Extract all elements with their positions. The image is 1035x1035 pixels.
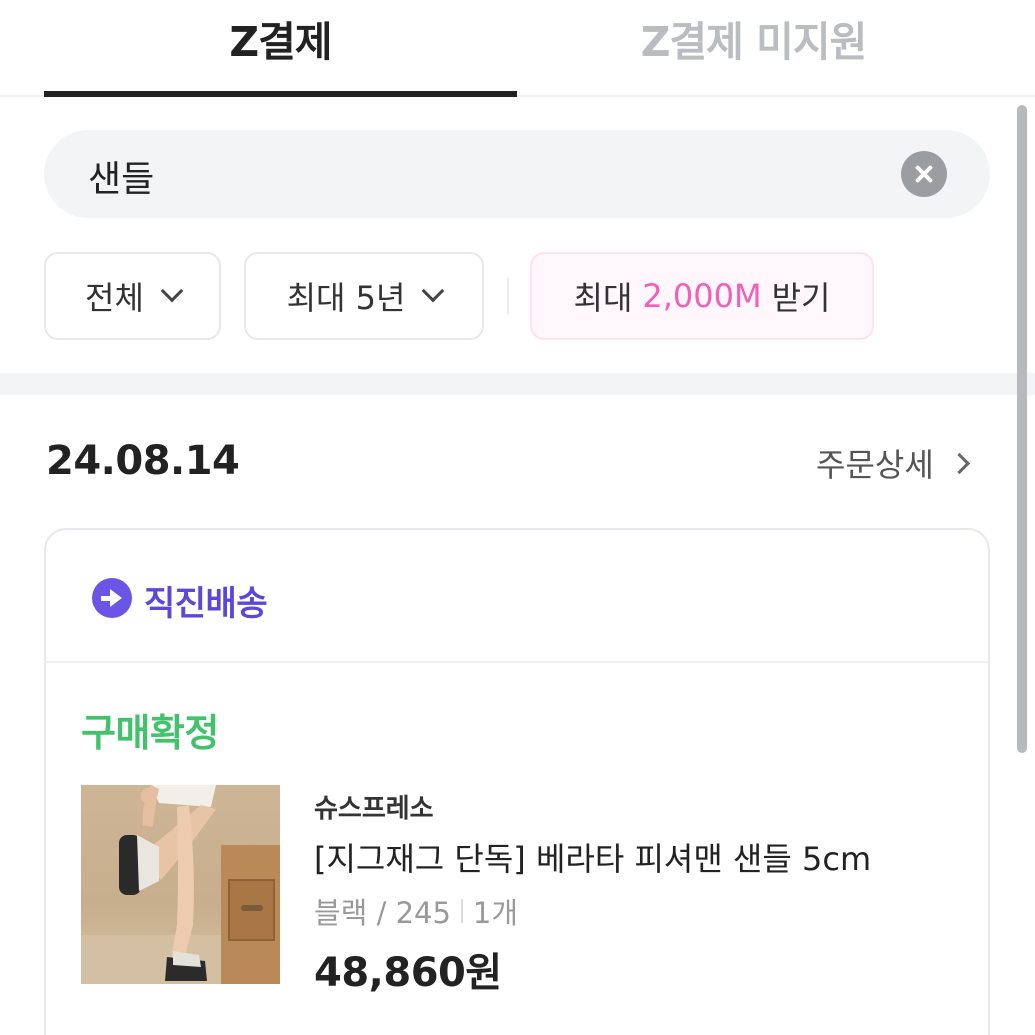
- order-status: 구매확정: [81, 711, 219, 755]
- filter-type-label: 전체: [85, 279, 144, 317]
- arrow-right-circle-icon: [92, 578, 132, 618]
- product-image[interactable]: [81, 785, 280, 984]
- tab-zpay-unsupported[interactable]: Z결제 미지원: [517, 0, 990, 97]
- filter-divider: [507, 278, 509, 314]
- promo-amount: 2,000M: [642, 277, 762, 315]
- sandal-photo-icon: [81, 785, 280, 984]
- close-icon[interactable]: [901, 151, 947, 197]
- order-detail-link[interactable]: 주문상세: [816, 440, 970, 486]
- product-quantity: 1개: [472, 896, 519, 930]
- order-detail-label: 주문상세: [816, 446, 934, 484]
- tab-zpay[interactable]: Z결제: [44, 0, 517, 97]
- filter-period-label: 최대 5년: [286, 279, 406, 317]
- product-name[interactable]: [지그재그 단독] 베라타 피셔맨 샌들 5cm: [314, 834, 871, 880]
- order-date: 24.08.14: [46, 438, 240, 484]
- search-input[interactable]: 샌들: [88, 150, 154, 202]
- promo-suffix: 받기: [771, 279, 831, 317]
- filter-period-dropdown[interactable]: 최대 5년: [244, 252, 484, 340]
- product-option: 블랙 / 245 1개: [314, 890, 518, 932]
- option-divider: [460, 899, 463, 923]
- product-brand[interactable]: 슈스프레소: [314, 788, 434, 825]
- scrollbar[interactable]: [1017, 105, 1027, 753]
- chevron-right-icon: [948, 452, 970, 474]
- delivery-type: 직진배송: [144, 584, 268, 624]
- order-card[interactable]: 직진배송 구매확정 슈스프레소 [지그재그 단독] 베라타 피셔맨 샌들 5cm…: [44, 528, 990, 1035]
- delivery-header: 직진배송: [46, 530, 988, 663]
- section-separator: [0, 373, 1035, 395]
- tab-bar: Z결제 Z결제 미지원: [0, 0, 1035, 97]
- filter-type-dropdown[interactable]: 전체: [44, 252, 221, 340]
- promo-prefix: 최대: [573, 279, 633, 317]
- promo-button[interactable]: 최대 2,000M 받기: [530, 252, 874, 340]
- active-tab-indicator: [44, 91, 517, 97]
- chevron-down-icon: [422, 279, 445, 303]
- search-bar[interactable]: 샌들: [44, 130, 990, 218]
- product-option-value: 블랙 / 245: [314, 896, 451, 930]
- chevron-down-icon: [160, 279, 184, 303]
- product-price: 48,860원: [314, 950, 502, 996]
